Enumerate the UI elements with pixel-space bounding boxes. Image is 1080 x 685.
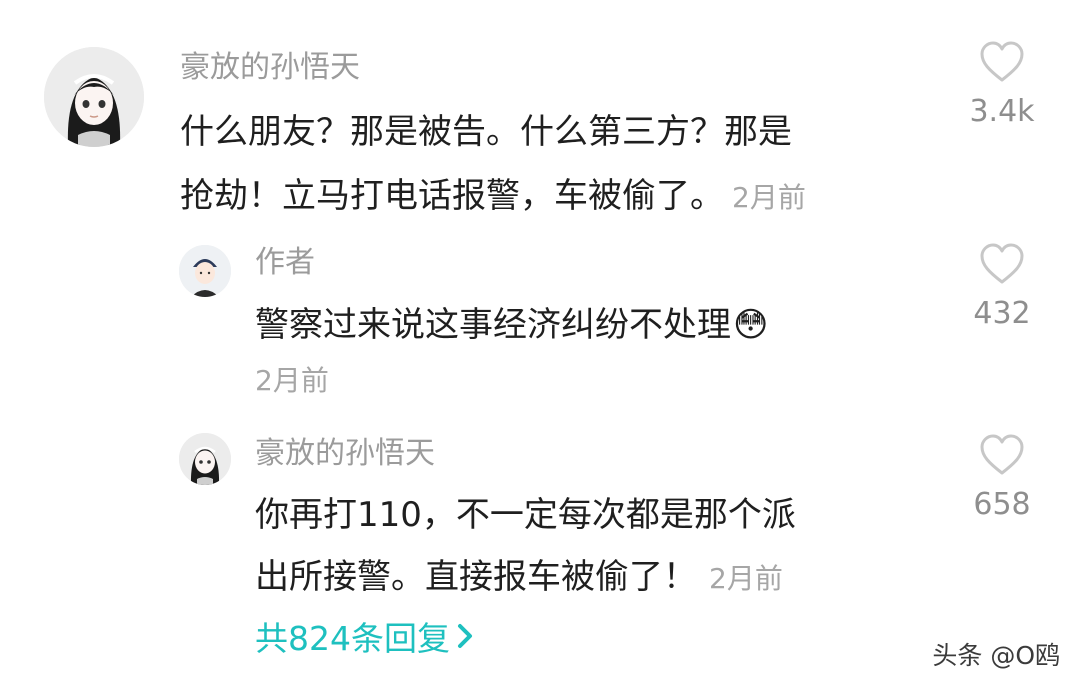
reply-text-line-1-body: 警察过来说这事经济纠纷不处理	[255, 305, 731, 345]
avatar[interactable]	[179, 245, 231, 297]
comment-text-line-2-body: 抢劫！立马打电话报警，车被偷了。	[180, 176, 724, 216]
comment-timestamp: 2月前	[732, 181, 806, 214]
comment-like-count: 3.4k	[969, 94, 1035, 129]
comment-thread: 豪放的孙悟天 什么朋友？那是被告。什么第三方？那是 抢劫！立马打电话报警，车被偷…	[0, 0, 1080, 685]
reply-text: 你再打110，不一定每次都是那个派 出所接警。直接报车被偷了！ 2月前	[255, 484, 796, 610]
reply-text-line-1: 你再打110，不一定每次都是那个派	[255, 495, 796, 535]
reply-like-button[interactable]: 432	[957, 242, 1047, 334]
reply-username[interactable]: 豪放的孙悟天	[255, 433, 435, 475]
avatar-girl-image	[179, 433, 231, 485]
reply-timestamp: 2月前	[255, 364, 329, 397]
comment-like-button[interactable]: 3.4k	[957, 40, 1047, 132]
comment-username[interactable]: 豪放的孙悟天	[180, 47, 360, 89]
avatar-girl-image	[44, 47, 144, 147]
reply-like-count: 432	[973, 296, 1031, 331]
reply-like-button[interactable]: 658	[957, 433, 1047, 525]
view-all-replies-label: 共824条回复	[255, 619, 450, 658]
avatar-man-image	[179, 245, 231, 297]
heart-icon	[980, 434, 1024, 475]
avatar[interactable]	[44, 47, 144, 147]
view-all-replies-link[interactable]: 共824条回复	[255, 612, 474, 660]
watermark: 头条 @O鸥	[932, 641, 1060, 670]
heart-icon	[980, 41, 1024, 82]
comment-text-line-1: 什么朋友？那是被告。什么第三方？那是	[180, 112, 792, 152]
comment-text: 什么朋友？那是被告。什么第三方？那是 抢劫！立马打电话报警，车被偷了。 2月前	[180, 100, 806, 230]
flushed-face-emoji: 😳	[733, 305, 769, 345]
reply-timestamp: 2月前	[709, 562, 783, 595]
heart-icon	[980, 243, 1024, 284]
reply-text-line-2-body: 出所接警。直接报车被偷了！	[255, 557, 697, 597]
avatar[interactable]	[179, 433, 231, 485]
chevron-right-icon	[458, 624, 472, 648]
reply-text-line-2: 出所接警。直接报车被偷了！ 2月前	[255, 546, 796, 610]
reply-like-count: 658	[973, 487, 1031, 522]
reply-text-line-1: 警察过来说这事经济纠纷不处理😳	[255, 293, 768, 357]
reply-text: 警察过来说这事经济纠纷不处理😳	[255, 293, 768, 357]
reply-username[interactable]: 作者	[255, 242, 315, 284]
comment-text-line-2: 抢劫！立马打电话报警，车被偷了。 2月前	[180, 164, 806, 230]
